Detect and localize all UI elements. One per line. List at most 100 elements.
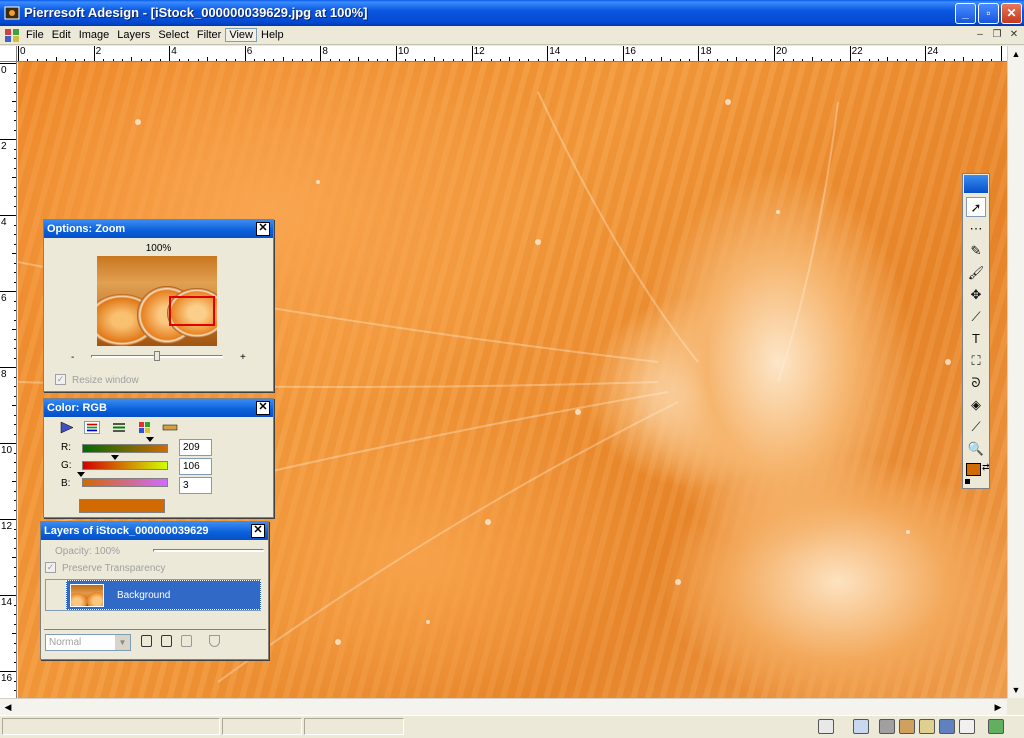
zoom-viewport-rect[interactable]: [169, 296, 215, 326]
move-tool-icon[interactable]: ➚: [966, 197, 986, 217]
ruler-minor-tick: [14, 72, 16, 74]
duplicate-layer-icon[interactable]: [161, 635, 172, 647]
chevron-down-icon[interactable]: ▼: [115, 635, 130, 650]
menu-help[interactable]: Help: [257, 28, 288, 42]
mdi-close-button[interactable]: ✕: [1007, 28, 1021, 42]
fill-tool-icon[interactable]: ◈: [966, 395, 986, 415]
new-layer-icon[interactable]: [141, 635, 152, 647]
preserve-transparency-label: Preserve Transparency: [62, 563, 166, 574]
horizontal-scrollbar[interactable]: ◀ ▶: [0, 698, 1007, 715]
status-pane-2: [222, 718, 302, 735]
zoom-panel-titlebar[interactable]: Options: Zoom ✕: [44, 220, 273, 238]
display-icon[interactable]: [818, 719, 834, 734]
window-icon[interactable]: [853, 719, 869, 734]
layer-selection[interactable]: Background: [66, 580, 261, 610]
rgb-sliders-mode-icon[interactable]: [84, 421, 100, 434]
maximize-button[interactable]: ▫: [978, 3, 999, 24]
exit-icon[interactable]: [988, 719, 1004, 734]
document-list-icon[interactable]: [959, 719, 975, 734]
layers-panel-titlebar[interactable]: Layers of iStock_000000039629 ✕: [41, 522, 268, 540]
scroll-left-icon[interactable]: ◀: [0, 699, 16, 715]
hsv-sliders-mode-icon[interactable]: [111, 421, 127, 434]
line-tool-icon[interactable]: ⟋: [966, 307, 986, 327]
default-colors-icon[interactable]: [965, 479, 970, 484]
mask-layer-icon[interactable]: [209, 635, 220, 647]
ruler-minor-tick: [14, 224, 16, 226]
ruler-minor-tick: [14, 424, 16, 425]
title-bar[interactable]: Pierresoft Adesign - [iStock_00000003962…: [0, 0, 1024, 26]
brush-icon[interactable]: [919, 719, 935, 734]
transform-tool-icon[interactable]: ⛶: [966, 351, 986, 371]
blend-mode-select[interactable]: Normal ▼: [45, 634, 131, 651]
scroll-right-icon[interactable]: ▶: [990, 699, 1006, 715]
palette-icon[interactable]: [899, 719, 915, 734]
scroll-up-icon[interactable]: ▲: [1008, 46, 1024, 62]
color-panel-close-button[interactable]: ✕: [256, 401, 270, 415]
opacity-slider-track[interactable]: [153, 549, 264, 552]
zoom-tool-icon[interactable]: 🔍: [966, 439, 986, 459]
blue-marker-icon[interactable]: [77, 472, 85, 477]
ruler-tick: [0, 595, 16, 596]
pencil-tool-icon[interactable]: ✎: [966, 241, 986, 261]
menu-view[interactable]: View: [225, 28, 257, 42]
green-slider[interactable]: [82, 461, 168, 470]
menu-bar: File Edit Image Layers Select Filter View Help …: [0, 26, 1024, 45]
eyedropper-tool-icon[interactable]: ⟋: [966, 417, 986, 437]
resize-window-checkbox[interactable]: ✓: [55, 374, 66, 385]
minimize-button[interactable]: _: [955, 3, 976, 24]
gradient-mode-icon[interactable]: [162, 421, 178, 434]
close-button[interactable]: ✕: [1001, 3, 1022, 24]
layers-panel: Layers of iStock_000000039629 ✕ Opacity:…: [40, 521, 269, 660]
current-color-swatch[interactable]: [79, 499, 165, 513]
tools-palette-titlebar[interactable]: [964, 175, 988, 193]
lasso-tool-icon[interactable]: ᘐ: [966, 373, 986, 393]
mdi-restore-button[interactable]: ❐: [990, 28, 1004, 42]
menu-edit[interactable]: Edit: [48, 28, 75, 42]
vruler-label: 14: [1, 597, 13, 608]
menu-layers[interactable]: Layers: [113, 28, 154, 42]
red-marker-icon[interactable]: [146, 437, 154, 442]
red-slider[interactable]: [82, 444, 168, 453]
layer-row-background[interactable]: Background: [45, 579, 261, 611]
layers-panel-close-button[interactable]: ✕: [251, 524, 265, 538]
menu-file[interactable]: File: [22, 28, 48, 42]
mdi-minimize-button[interactable]: –: [973, 28, 987, 42]
menu-select[interactable]: Select: [154, 28, 193, 42]
preserve-transparency-checkbox[interactable]: ✓: [45, 562, 56, 573]
zoom-minus-label[interactable]: -: [71, 352, 74, 363]
document-icon[interactable]: [4, 27, 21, 43]
scroll-down-icon[interactable]: ▼: [1008, 682, 1024, 698]
zoom-slider-thumb[interactable]: [154, 351, 160, 361]
brush-tool-icon[interactable]: 🖌: [966, 263, 986, 283]
vruler-label: 6: [1, 293, 7, 304]
vertical-scrollbar[interactable]: ▲ ▼: [1007, 46, 1024, 698]
green-marker-icon[interactable]: [111, 455, 119, 460]
swap-colors-icon[interactable]: ⇄: [982, 462, 990, 473]
zoom-options-panel: Options: Zoom ✕ 100% - + ✓ Resize window: [43, 219, 274, 392]
blue-slider[interactable]: [82, 478, 168, 487]
marquee-tool-icon[interactable]: ⋯: [966, 219, 986, 239]
blue-value-field[interactable]: 3: [179, 477, 212, 494]
foreground-color-swatch[interactable]: [966, 463, 981, 476]
zoom-panel-close-button[interactable]: ✕: [256, 222, 270, 236]
color-panel-titlebar[interactable]: Color: RGB ✕: [44, 399, 273, 417]
red-value-field[interactable]: 209: [179, 439, 212, 456]
layer-thumbnail: [70, 584, 104, 607]
image-icon[interactable]: [879, 719, 895, 734]
color-wheel-mode-icon[interactable]: [59, 421, 75, 434]
ruler-minor-tick: [14, 376, 16, 378]
layers-icon[interactable]: [939, 719, 955, 734]
menu-image[interactable]: Image: [75, 28, 114, 42]
text-tool-icon[interactable]: T: [966, 329, 986, 349]
zoom-plus-label[interactable]: +: [240, 352, 246, 363]
ruler-minor-tick: [14, 129, 16, 131]
zoom-navigator-thumbnail[interactable]: [97, 256, 217, 346]
delete-layer-icon[interactable]: [181, 635, 192, 647]
swatches-mode-icon[interactable]: [137, 421, 153, 434]
ruler-minor-tick: [14, 167, 16, 169]
green-value-field[interactable]: 106: [179, 458, 212, 475]
menu-filter[interactable]: Filter: [193, 28, 225, 42]
ruler-tick: [396, 46, 397, 61]
clone-tool-icon[interactable]: ✥: [966, 285, 986, 305]
ruler-tick: [0, 367, 16, 368]
